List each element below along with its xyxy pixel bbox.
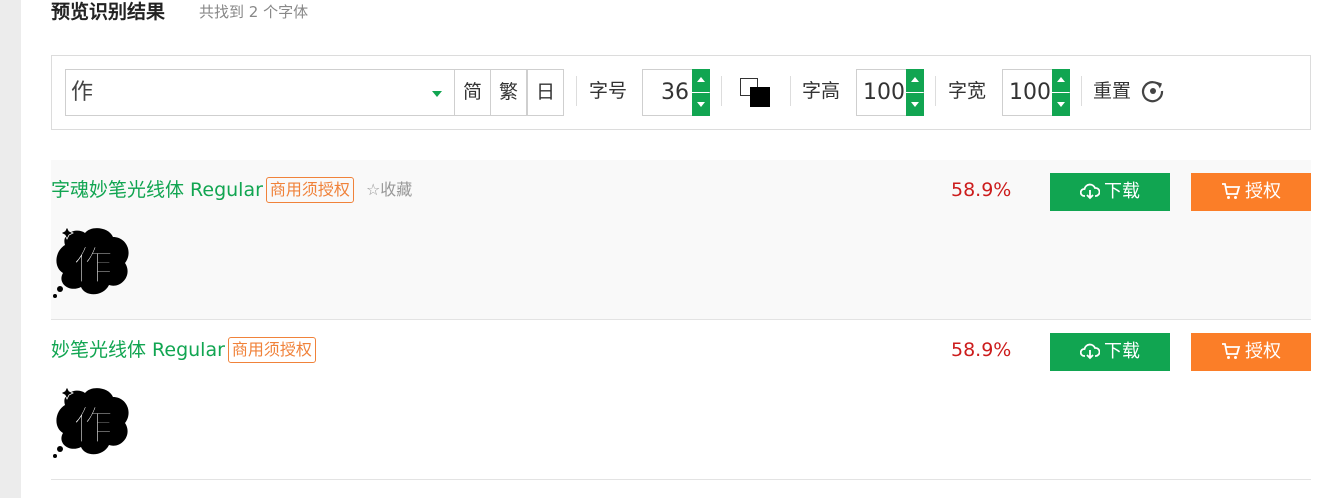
similarity-value: 58.9% [951, 339, 1012, 361]
decrement-arrow-icon[interactable] [692, 93, 710, 116]
increment-arrow-icon[interactable] [906, 69, 924, 92]
traditional-button[interactable]: 繁 [490, 69, 527, 116]
license-badge: 商用须授权 [227, 337, 316, 363]
cart-icon [1222, 342, 1241, 359]
authorize-label: 授权 [1245, 181, 1281, 202]
license-badge: 商用须授权 [265, 177, 354, 203]
preview-glyph: 作 [73, 403, 113, 449]
char-width-label: 字宽 [948, 80, 987, 102]
preview-toolbar: 作 简 繁 日 字号 36 字高 100 字宽 100 重置 [51, 55, 1311, 130]
font-name-link[interactable]: 字魂妙笔光线体 Regular [51, 179, 263, 201]
page-title: 预览识别结果 [51, 1, 166, 23]
char-height-label: 字高 [802, 80, 841, 102]
char-width-input[interactable]: 100 [1002, 69, 1070, 116]
font-name-link[interactable]: 妙笔光线体 Regular [51, 339, 225, 361]
char-height-input[interactable]: 100 [856, 69, 924, 116]
cart-icon [1222, 182, 1241, 199]
divider [790, 76, 791, 106]
result-title: 字魂妙笔光线体 Regular 商用须授权 ☆收藏 [51, 177, 412, 203]
divider [935, 76, 936, 106]
download-label: 下载 [1104, 181, 1140, 202]
char-width-value: 100 [1009, 80, 1051, 105]
favorite-button[interactable]: ☆收藏 [366, 177, 412, 203]
preview-glyph: 作 [73, 243, 113, 289]
character-select[interactable]: 作 [65, 69, 455, 116]
char-width-stepper[interactable] [1052, 69, 1070, 116]
font-size-stepper[interactable] [692, 69, 710, 116]
font-preview-image: 作 [53, 386, 129, 458]
font-size-value: 36 [661, 80, 689, 105]
result-title: 妙笔光线体 Regular 商用须授权 [51, 337, 316, 363]
authorize-button[interactable]: 授权 [1191, 333, 1311, 371]
left-sidebar-strip [0, 0, 21, 498]
result-row: 妙笔光线体 Regular 商用须授权 58.9% 下载 授权 作 [51, 320, 1311, 480]
char-height-stepper[interactable] [906, 69, 924, 116]
divider [576, 76, 577, 106]
increment-arrow-icon[interactable] [692, 69, 710, 92]
reset-button[interactable]: 重置 [1093, 78, 1131, 104]
result-row: 字魂妙笔光线体 Regular 商用须授权 ☆收藏 58.9% 下载 授权 作 [51, 160, 1311, 320]
result-count: 共找到 2 个字体 [199, 3, 309, 21]
similarity-value: 58.9% [951, 179, 1012, 201]
decrement-arrow-icon[interactable] [1052, 93, 1070, 116]
authorize-button[interactable]: 授权 [1191, 173, 1311, 211]
font-size-label: 字号 [589, 80, 628, 102]
increment-arrow-icon[interactable] [1052, 69, 1070, 92]
cloud-download-icon [1080, 343, 1100, 359]
simplified-button[interactable]: 简 [454, 69, 491, 116]
refresh-icon[interactable] [1140, 78, 1166, 104]
download-button[interactable]: 下载 [1050, 173, 1170, 211]
foreground-color-swatch[interactable] [750, 87, 770, 107]
japanese-button[interactable]: 日 [527, 69, 564, 116]
char-height-value: 100 [863, 80, 905, 105]
character-select-value: 作 [71, 80, 94, 105]
font-size-input[interactable]: 36 [642, 69, 710, 116]
download-button[interactable]: 下载 [1050, 333, 1170, 371]
divider [721, 76, 722, 106]
divider [1081, 76, 1082, 106]
color-picker[interactable] [738, 77, 774, 109]
font-preview-image: 作 [53, 226, 129, 298]
caret-down-icon[interactable] [432, 91, 442, 97]
authorize-label: 授权 [1245, 341, 1281, 362]
decrement-arrow-icon[interactable] [906, 93, 924, 116]
cloud-download-icon [1080, 183, 1100, 199]
download-label: 下载 [1104, 341, 1140, 362]
